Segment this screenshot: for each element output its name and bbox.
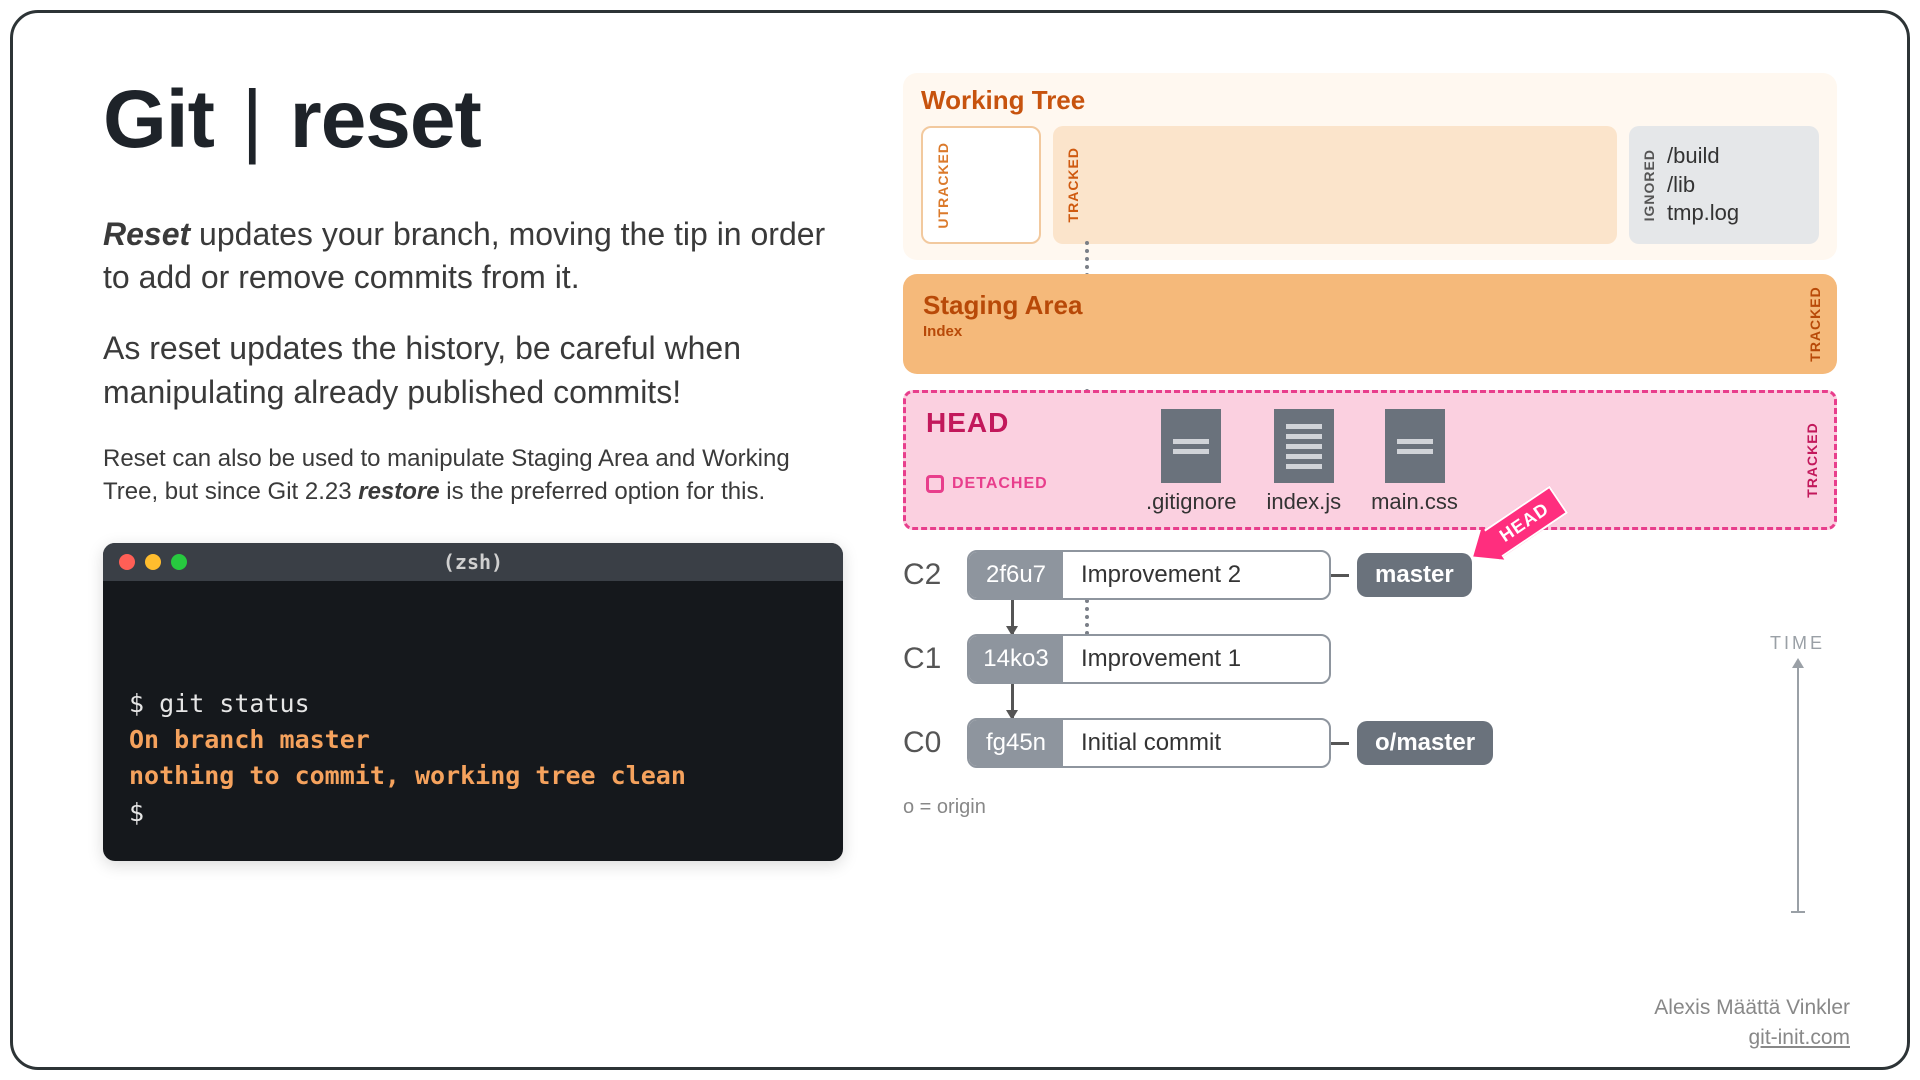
paragraph-1: Reset updates your branch, moving the ti… — [103, 213, 843, 299]
head-files: .gitignore index.js main.css — [1146, 409, 1458, 515]
branch-label: o/master — [1357, 721, 1493, 765]
terminal-line: nothing to commit, working tree clean — [129, 758, 817, 794]
untracked-box: UTRACKED — [921, 126, 1041, 244]
commit-label: C0 — [903, 726, 951, 760]
head-file-label: .gitignore — [1146, 489, 1237, 515]
untracked-label: UTRACKED — [935, 142, 951, 229]
terminal-line: On branch master — [129, 722, 817, 758]
commit-hash: 2f6u7 — [969, 552, 1063, 598]
commit-label: C2 — [903, 558, 951, 592]
commit-label: C1 — [903, 642, 951, 676]
left-column: Git | reset Reset updates your branch, m… — [103, 73, 843, 1027]
commit-arrow-icon — [1011, 600, 1014, 634]
branch-connector — [1331, 742, 1349, 745]
para1-rest: updates your branch, moving the tip in o… — [103, 216, 825, 295]
staging-tracked-label: TRACKED — [1807, 286, 1823, 361]
staging-area-box: Staging Area Index TRACKED — [903, 274, 1837, 374]
commit-hash: fg45n — [969, 720, 1063, 766]
detached-checkbox-icon — [926, 475, 944, 493]
title-pipe: | — [242, 74, 262, 165]
para1-bold: Reset — [103, 216, 190, 252]
para3-bold: restore — [358, 478, 439, 505]
origin-note: o = origin — [903, 796, 1837, 819]
commit-box: fg45nInitial commit — [967, 718, 1331, 768]
commit-row: C2 2f6u7Improvement 2 master — [903, 550, 1837, 600]
time-axis: TIME — [1770, 633, 1825, 913]
head-box: HEAD DETACHED .gitignoreindex.jsmain.css… — [903, 390, 1837, 530]
commit-box: 2f6u7Improvement 2 — [967, 550, 1331, 600]
terminal-line: $ — [129, 795, 817, 831]
terminal-title: (zsh) — [103, 550, 843, 574]
terminal-body: $ git statusOn branch masternothing to c… — [103, 581, 843, 861]
branch-label: master — [1357, 553, 1472, 597]
staging-subtitle: Index — [923, 323, 1817, 340]
ignored-file: /build — [1667, 142, 1739, 171]
working-tree-row: UTRACKED TRACKED IGNORED /build/libtmp.l… — [921, 126, 1819, 244]
commit-message: Improvement 2 — [1063, 552, 1329, 598]
title-right: reset — [290, 74, 481, 165]
right-column: Working Tree UTRACKED TRACKED IGNORED /b… — [903, 73, 1837, 1027]
para3-post: is the preferred option for this. — [440, 478, 766, 505]
credit-author: Alexis Määttä Vinkler — [1654, 993, 1850, 1022]
credit-site: git-init.com — [1654, 1023, 1850, 1052]
ignored-box: IGNORED /build/libtmp.log — [1629, 126, 1819, 244]
commit-row: C1 14ko3Improvement 1 — [903, 634, 1837, 684]
head-file: index.js — [1267, 409, 1342, 515]
file-icon — [1161, 409, 1221, 483]
terminal-header: (zsh) — [103, 543, 843, 581]
working-tree-title: Working Tree — [921, 85, 1819, 116]
title-left: Git — [103, 74, 214, 165]
commit-list: HEAD C22f6u7Improvement 2masterC114ko3Im… — [903, 550, 1837, 768]
time-label: TIME — [1770, 633, 1825, 654]
file-icon — [1385, 409, 1445, 483]
credit-block: Alexis Määttä Vinkler git-init.com — [1654, 993, 1850, 1052]
time-arrow-icon — [1797, 660, 1799, 913]
branch-connector — [1331, 574, 1349, 577]
tracked-box: TRACKED — [1053, 126, 1617, 244]
ignored-file: tmp.log — [1667, 199, 1739, 228]
working-tree-box: Working Tree UTRACKED TRACKED IGNORED /b… — [903, 73, 1837, 260]
terminal-window: (zsh) $ git statusOn branch masternothin… — [103, 543, 843, 861]
diagram-frame: Git | reset Reset updates your branch, m… — [10, 10, 1910, 1070]
head-file: main.css — [1371, 409, 1458, 515]
commit-message: Improvement 1 — [1063, 636, 1329, 682]
paragraph-2: As reset updates the history, be careful… — [103, 327, 843, 413]
ignored-label: IGNORED — [1641, 149, 1657, 221]
staging-title: Staging Area — [923, 290, 1817, 321]
page-title: Git | reset — [103, 73, 843, 167]
head-tracked-label: TRACKED — [1804, 422, 1820, 497]
head-file-label: main.css — [1371, 489, 1458, 515]
commit-box: 14ko3Improvement 1 — [967, 634, 1331, 684]
file-icon — [1274, 409, 1334, 483]
head-file: .gitignore — [1146, 409, 1237, 515]
tracked-label: TRACKED — [1065, 147, 1081, 222]
commit-message: Initial commit — [1063, 720, 1329, 766]
paragraph-3: Reset can also be used to manipulate Sta… — [103, 442, 843, 509]
head-file-label: index.js — [1267, 489, 1342, 515]
detached-label: DETACHED — [952, 475, 1048, 493]
ignored-list: /build/libtmp.log — [1667, 142, 1739, 228]
commit-arrow-icon — [1011, 684, 1014, 718]
commit-hash: 14ko3 — [969, 636, 1063, 682]
commit-row: C0 fg45nInitial commit o/master — [903, 718, 1837, 768]
ignored-file: /lib — [1667, 171, 1739, 200]
terminal-line: $ git status — [129, 686, 817, 722]
